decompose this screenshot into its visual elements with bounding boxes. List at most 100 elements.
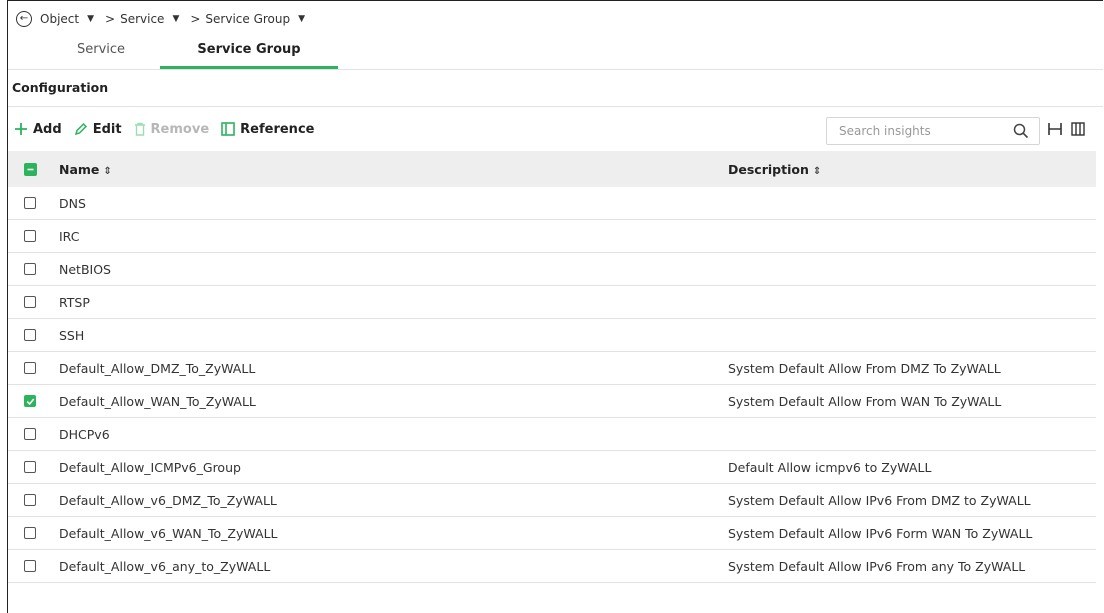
row-checkbox[interactable] (24, 395, 36, 407)
breadcrumb-object[interactable]: Object (40, 12, 79, 26)
breadcrumb-service[interactable]: Service (120, 12, 164, 26)
add-button[interactable]: Add (14, 122, 62, 137)
column-header-name[interactable]: Name ⇕ (52, 162, 728, 177)
chevron-down-icon[interactable]: ▼ (298, 14, 305, 24)
reference-button[interactable]: Reference (221, 122, 314, 137)
table-body: DNS IRC NetBIOS RTSP SSH Default_Allow_DMZ_To… (8, 187, 1096, 583)
row-checkbox[interactable] (24, 362, 36, 374)
service-group-table: Name ⇕ Description ⇕ DNS IRC NetBIOS RTSP SSH D… (8, 151, 1096, 583)
cell-name: NetBIOS (59, 261, 111, 277)
table-row[interactable]: Default_Allow_DMZ_To_ZyWALL System Defaul… (8, 352, 1096, 385)
row-checkbox-cell (8, 362, 52, 374)
cell-name: Default_Allow_WAN_To_ZyWALL (59, 393, 256, 409)
search-input[interactable] (827, 123, 1001, 139)
cell-description: System Default Allow IPv6 From any To Zy… (728, 558, 1026, 574)
row-checkbox[interactable] (24, 494, 36, 506)
breadcrumb-service-group[interactable]: Service Group (205, 12, 290, 26)
main-panel: ← Object ▼ > Service ▼ > Service Group ▼… (7, 0, 1103, 613)
table-row[interactable]: NetBIOS (8, 253, 1096, 286)
row-checkbox[interactable] (24, 560, 36, 572)
cell-name: DNS (59, 195, 86, 211)
cell-name: Default_Allow_v6_WAN_To_ZyWALL (59, 525, 278, 541)
chevron-down-icon[interactable]: ▼ (87, 14, 94, 24)
cell-name: SSH (59, 327, 85, 343)
cell-description: System Default Allow From WAN To ZyWALL (728, 393, 1002, 409)
sort-icon[interactable]: ⇕ (813, 166, 821, 177)
row-checkbox-cell (8, 296, 52, 308)
cell-name: Default_Allow_v6_any_to_ZyWALL (59, 558, 271, 574)
table-row[interactable]: IRC (8, 220, 1096, 253)
row-checkbox[interactable] (24, 428, 36, 440)
cell-name: DHCPv6 (59, 426, 110, 442)
search-box (826, 117, 1040, 145)
breadcrumb: ← Object ▼ > Service ▼ > Service Group ▼ (16, 9, 311, 29)
check-icon (26, 397, 34, 405)
table-row[interactable]: Default_Allow_v6_any_to_ZyWALL System Def… (8, 550, 1096, 583)
sort-icon[interactable]: ⇕ (103, 166, 111, 177)
row-checkbox-cell (8, 263, 52, 275)
divider (8, 69, 1103, 70)
row-checkbox-cell (8, 560, 52, 572)
cell-name: IRC (59, 228, 80, 244)
table-header: Name ⇕ Description ⇕ (8, 151, 1096, 187)
table-row[interactable]: SSH (8, 319, 1096, 352)
select-all-checkbox[interactable] (23, 162, 37, 176)
column-header-description[interactable]: Description ⇕ (728, 162, 1096, 177)
cell-description: System Default Allow From DMZ To ZyWALL (728, 360, 1001, 376)
column-name-label: Name (59, 161, 100, 177)
search-icon[interactable] (1013, 123, 1029, 143)
row-checkbox-cell (8, 395, 52, 407)
cell-description: System Default Allow IPv6 Form WAN To Zy… (728, 525, 1033, 541)
pencil-icon (74, 122, 88, 136)
select-all-cell (8, 162, 52, 176)
cell-description: System Default Allow IPv6 From DMZ to Zy… (728, 492, 1031, 508)
table-row[interactable]: DNS (8, 187, 1096, 220)
row-checkbox-cell (8, 329, 52, 341)
trash-icon (134, 122, 146, 136)
add-label: Add (33, 121, 62, 137)
row-checkbox-cell (8, 428, 52, 440)
row-checkbox[interactable] (24, 230, 36, 242)
chevron-down-icon[interactable]: ▼ (172, 14, 179, 24)
row-checkbox[interactable] (24, 197, 36, 209)
table-row[interactable]: Default_Allow_v6_WAN_To_ZyWALL System Def… (8, 517, 1096, 550)
cell-description: Default Allow icmpv6 to ZyWALL (728, 459, 932, 475)
edit-label: Edit (92, 121, 122, 137)
cell-name: Default_Allow_DMZ_To_ZyWALL (59, 360, 256, 376)
breadcrumb-separator: > (190, 12, 201, 26)
row-checkbox-cell (8, 197, 52, 209)
row-checkbox[interactable] (24, 263, 36, 275)
table-row[interactable]: DHCPv6 (8, 418, 1096, 451)
cell-name: Default_Allow_v6_DMZ_To_ZyWALL (59, 492, 277, 508)
row-checkbox[interactable] (24, 329, 36, 341)
back-arrow-icon[interactable]: ← (16, 11, 32, 27)
row-checkbox-cell (8, 230, 52, 242)
cell-name: RTSP (59, 294, 90, 310)
table-row[interactable]: Default_Allow_v6_DMZ_To_ZyWALL System Def… (8, 484, 1096, 517)
edit-button[interactable]: Edit (74, 122, 122, 137)
remove-label: Remove (150, 121, 210, 137)
plus-icon (14, 122, 28, 136)
tab-service[interactable]: Service (42, 35, 160, 69)
tab-service-group[interactable]: Service Group (160, 35, 338, 69)
remove-button[interactable]: Remove (134, 121, 210, 137)
row-checkbox-cell (8, 527, 52, 539)
column-description-label: Description (728, 161, 809, 177)
table-row[interactable]: Default_Allow_WAN_To_ZyWALL System Defaul… (8, 385, 1096, 418)
tab-bar: Service Service Group (42, 35, 338, 69)
reference-label: Reference (240, 121, 315, 137)
row-checkbox[interactable] (24, 461, 36, 473)
section-title: Configuration (12, 80, 109, 95)
reference-icon (221, 122, 235, 136)
row-checkbox[interactable] (24, 527, 36, 539)
row-checkbox-cell (8, 461, 52, 473)
table-row[interactable]: RTSP (8, 286, 1096, 319)
column-width-icon[interactable] (1047, 121, 1063, 141)
divider (8, 106, 1103, 107)
table-row[interactable]: Default_Allow_ICMPv6_Group Default Allow … (8, 451, 1096, 484)
columns-icon[interactable] (1070, 121, 1086, 141)
row-checkbox[interactable] (24, 296, 36, 308)
cell-name: Default_Allow_ICMPv6_Group (59, 459, 241, 475)
toolbar: Add Edit Remove Reference (14, 114, 326, 144)
breadcrumb-separator: > (105, 12, 116, 26)
